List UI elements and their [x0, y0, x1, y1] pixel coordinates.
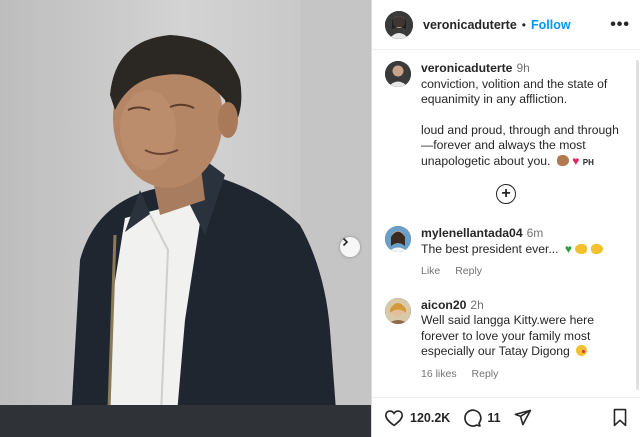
comment-icon[interactable] [462, 408, 482, 428]
post-header: veronicaduterte • Follow ••• [372, 0, 640, 50]
green-heart-icon: ♥ [564, 241, 573, 256]
like-action: 120.2K [384, 409, 450, 427]
comment-time[interactable]: 6m [527, 226, 544, 240]
caption: veronicaduterte 9h conviction, volition a… [372, 51, 640, 170]
instagram-post: veronicaduterte • Follow ••• veronicadut… [0, 0, 640, 437]
comment-text-content: Well said langga Kitty.were here forever… [421, 313, 594, 358]
follow-button[interactable]: Follow [531, 18, 571, 32]
save-action [612, 408, 628, 427]
bookmark-icon[interactable] [612, 408, 628, 427]
comment-meta: Like Reply [421, 264, 627, 280]
add-comment-area: + [372, 184, 640, 204]
like-comment-button[interactable]: Like [421, 265, 440, 277]
likes-count[interactable]: 120.2K [410, 411, 450, 425]
caption-username[interactable]: veronicaduterte [421, 61, 512, 75]
author-avatar[interactable] [385, 10, 413, 39]
comment-avatar[interactable] [385, 226, 411, 252]
reply-button[interactable]: Reply [472, 368, 499, 380]
post-photo[interactable] [0, 0, 371, 437]
more-options-button[interactable]: ••• [610, 16, 630, 34]
comment-body: mylenellantada04 6m The best president ev… [421, 226, 627, 280]
comment-time[interactable]: 2h [470, 298, 483, 312]
caption-paragraph-1: conviction, volition and the state of eq… [421, 76, 608, 107]
caption-paragraph-2: loud and proud, through and through—fore… [421, 123, 627, 171]
flexed-biceps-icon [575, 243, 588, 254]
next-image-button[interactable] [340, 237, 360, 257]
ph-flag-label: PH [582, 157, 594, 167]
caption-body: veronicaduterte 9h conviction, volition a… [421, 61, 627, 170]
author-username[interactable]: veronicaduterte [423, 18, 517, 32]
separator-dot: • [521, 17, 526, 32]
comments-scroll-area[interactable]: veronicaduterte 9h conviction, volition a… [372, 51, 640, 397]
comment-item: aicon20 2h Well said langga Kitty.were he… [372, 297, 640, 383]
photo-illustration [0, 0, 371, 437]
reply-button[interactable]: Reply [455, 265, 482, 277]
caption-time[interactable]: 9h [516, 61, 529, 75]
comment-username[interactable]: aicon20 [421, 298, 466, 312]
kissing-face-icon [576, 345, 588, 356]
share-action [513, 408, 532, 427]
comment-text: The best president ever... ♥ [421, 242, 627, 258]
chevron-right-icon [342, 237, 349, 247]
comment-likes-count[interactable]: 16 likes [421, 368, 457, 380]
comment-username[interactable]: mylenellantada04 [421, 226, 523, 240]
clapping-hands-icon [590, 243, 603, 254]
comments-count[interactable]: 11 [487, 411, 500, 425]
comment-action: 11 [462, 408, 501, 428]
flexed-fist-icon [556, 154, 569, 166]
comment-item: mylenellantada04 6m The best president ev… [372, 226, 640, 280]
comment-avatar[interactable] [385, 297, 411, 324]
red-heart-icon: ♥ [572, 153, 580, 168]
comment-body: aicon20 2h Well said langga Kitty.were he… [421, 298, 627, 383]
heart-icon[interactable] [384, 409, 404, 427]
comment-text: Well said langga Kitty.were here forever… [421, 313, 627, 360]
comment-avatar-image [385, 226, 411, 252]
send-icon[interactable] [513, 408, 532, 427]
plus-circle-icon[interactable]: + [496, 184, 516, 204]
comment-meta: 16 likes Reply [421, 367, 627, 383]
caption-avatar[interactable] [385, 61, 411, 87]
author-avatar-image [385, 10, 413, 39]
caption-avatar-image [385, 61, 411, 87]
scrollbar[interactable] [636, 60, 639, 390]
comment-avatar-image [385, 297, 411, 324]
post-actions-bar: 120.2K 11 [372, 397, 640, 437]
post-side-panel: veronicaduterte • Follow ••• veronicadut… [371, 0, 640, 437]
comment-text-content: The best president ever... [421, 241, 559, 256]
